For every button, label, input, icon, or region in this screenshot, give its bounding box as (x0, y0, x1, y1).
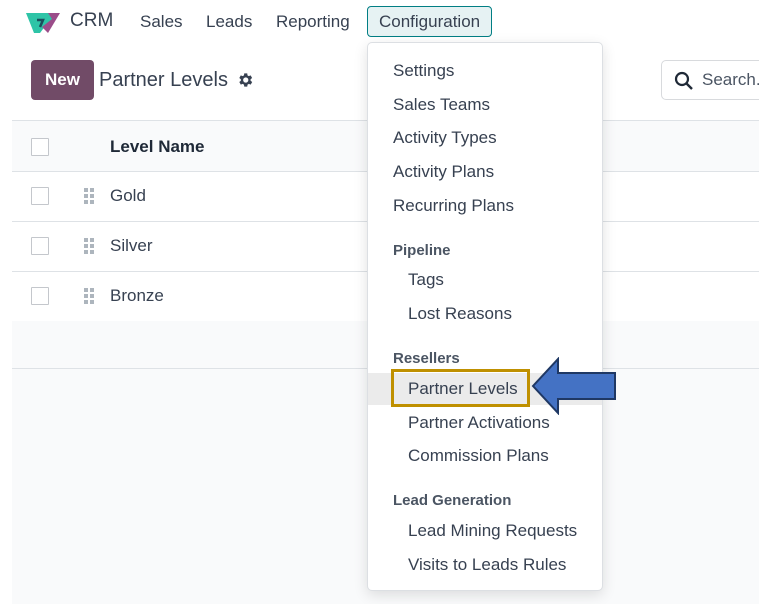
nav-sales[interactable]: Sales (140, 12, 183, 32)
menu-item-lost-reasons[interactable]: Lost Reasons (368, 298, 602, 330)
top-navbar: CRM Sales Leads Reporting Configuration (0, 0, 759, 44)
nav-configuration[interactable]: Configuration (367, 6, 493, 37)
app-name[interactable]: CRM (70, 10, 113, 32)
menu-item-tags[interactable]: Tags (368, 264, 602, 296)
column-header-level-name[interactable]: Level Name (110, 137, 205, 157)
section-header-lead-generation: Lead Generation (393, 492, 512, 509)
page-title: Partner Levels (99, 69, 228, 91)
menu-item-settings[interactable]: Settings (368, 55, 602, 87)
level-name-cell: Silver (110, 236, 153, 255)
section-header-resellers: Resellers (393, 350, 460, 367)
menu-item-lead-mining-requests[interactable]: Lead Mining Requests (368, 515, 602, 547)
menu-item-commission-plans[interactable]: Commission Plans (368, 440, 602, 472)
search-icon (674, 71, 693, 90)
row-checkbox[interactable] (31, 187, 49, 205)
nav-leads[interactable]: Leads (206, 12, 252, 32)
menu-item-activity-plans[interactable]: Activity Plans (368, 156, 602, 188)
row-checkbox[interactable] (31, 237, 49, 255)
select-all-checkbox[interactable] (31, 138, 49, 156)
menu-item-visits-to-leads-rules[interactable]: Visits to Leads Rules (368, 549, 602, 581)
configuration-dropdown-menu: Settings Sales Teams Activity Types Acti… (367, 42, 603, 591)
pointer-arrow-icon (531, 357, 616, 415)
drag-handle-icon[interactable] (84, 238, 96, 254)
nav-reporting[interactable]: Reporting (276, 12, 350, 32)
row-checkbox[interactable] (31, 287, 49, 305)
search-box[interactable] (661, 60, 759, 100)
level-name-cell: Gold (110, 186, 146, 205)
level-name-cell: Bronze (110, 286, 164, 305)
gear-icon[interactable] (236, 71, 254, 89)
menu-item-sales-teams[interactable]: Sales Teams (368, 89, 602, 121)
search-input[interactable] (702, 61, 759, 99)
highlight-box (391, 369, 530, 407)
menu-item-recurring-plans[interactable]: Recurring Plans (368, 190, 602, 222)
drag-handle-icon[interactable] (84, 188, 96, 204)
new-button[interactable]: New (31, 60, 94, 100)
section-header-pipeline: Pipeline (393, 242, 451, 259)
crm-logo-icon[interactable] (26, 11, 60, 33)
menu-item-activity-types[interactable]: Activity Types (368, 122, 602, 154)
drag-handle-icon[interactable] (84, 288, 96, 304)
